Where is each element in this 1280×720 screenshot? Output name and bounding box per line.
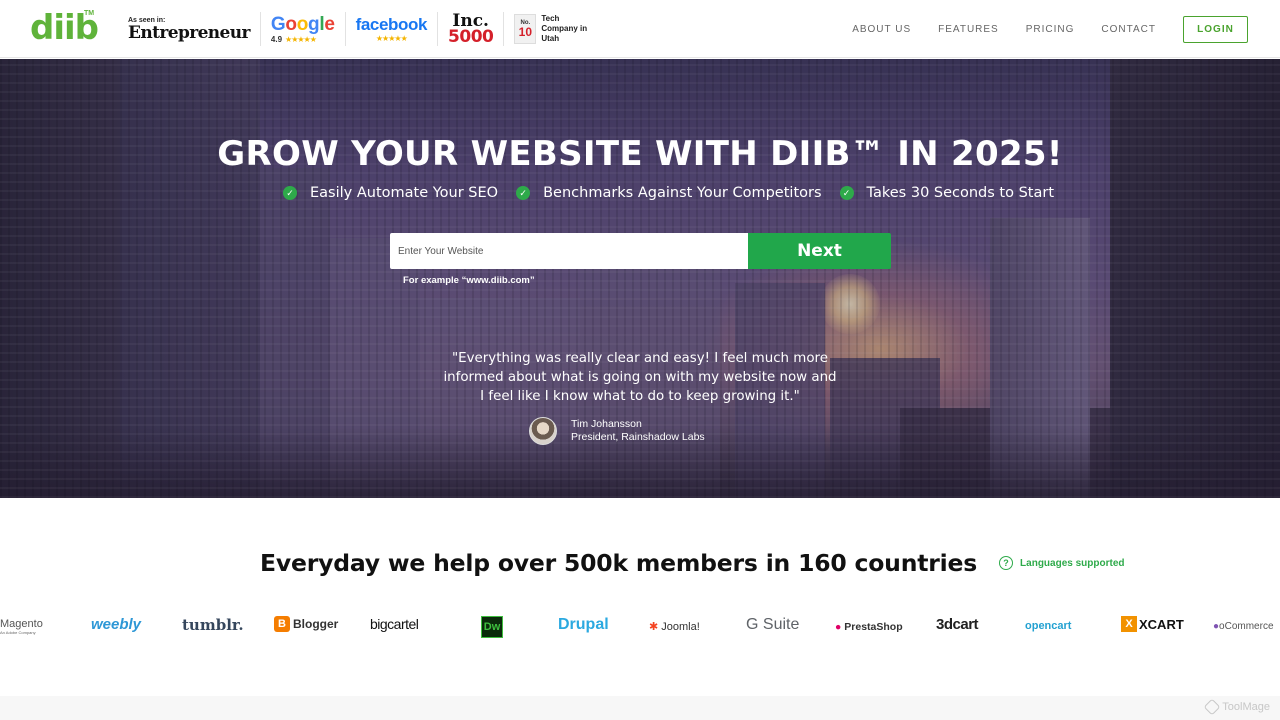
feature-text: Benchmarks Against Your Competitors [543, 185, 822, 201]
entrepreneur-badge: As seen in: Entrepreneur [128, 12, 261, 46]
3dcart-logo: 3dcart [936, 616, 979, 633]
tumblr-logo: tumblr. [182, 616, 244, 634]
blogger-icon: B [274, 616, 290, 632]
example-hint: For example “www.diib.com” [403, 275, 535, 286]
rank-icon: No. 10 [514, 14, 537, 44]
nav-contact[interactable]: CONTACT [1101, 17, 1156, 43]
blogger-logo: B Blogger [274, 616, 338, 632]
drupal-logo: Drupal [558, 616, 609, 633]
author-title: President, Rainshadow Labs [571, 431, 705, 443]
entrepreneur-logo: Entrepreneur [128, 22, 251, 43]
members-title: Everyday we help over 500k members in 16… [260, 549, 978, 577]
facebook-logo: facebook [355, 14, 428, 34]
hero-section: GROW YOUR WEBSITE WITH DIIB™ IN 2025! ✓ … [0, 59, 1280, 498]
gsuite-logo: G Suite [746, 616, 800, 633]
website-search-form: Next [390, 233, 891, 269]
google-rating: 4.9 ★★★★★ [271, 35, 335, 44]
toolmage-icon [1203, 698, 1221, 716]
diib-logo[interactable]: diib TM [30, 10, 99, 46]
hero-title: GROW YOUR WEBSITE WITH DIIB™ IN 2025! [217, 134, 1063, 174]
facebook-rating-badge: facebook ★★★★★ [346, 12, 439, 46]
site-header: diib TM As seen in: Entrepreneur Google … [0, 0, 1280, 58]
next-section-strip [0, 696, 1280, 720]
press-badges: As seen in: Entrepreneur Google 4.9 ★★★★… [128, 10, 601, 48]
star-icons: ★★★★★ [285, 34, 317, 44]
google-rating-value: 4.9 [270, 34, 283, 44]
inc-5000-badge: Inc. 5000 [438, 12, 505, 47]
platform-logos: Magento An Adobe Company weebly tumblr. … [0, 612, 1280, 644]
woocommerce-logo: ●oCommerce [1213, 621, 1274, 632]
testimonial-quote: "Everything was really clear and easy! I… [443, 351, 837, 404]
feature-text: Easily Automate Your SEO [310, 185, 499, 201]
opencart-logo: opencart [1025, 620, 1072, 632]
bigcartel-logo: bigcartel [370, 616, 419, 632]
author-name: Tim Johansson [571, 418, 642, 430]
feature-item: ✓ Takes 30 Seconds to Start [839, 185, 1055, 201]
testimonial-author: Tim Johansson President, Rainshadow Labs [529, 417, 705, 445]
feature-list: ✓ Easily Automate Your SEO ✓ Benchmarks … [283, 185, 1072, 201]
nav-features[interactable]: FEATURES [938, 17, 999, 43]
logo-tm: TM [84, 10, 95, 17]
tech-company-badge: No. 10 Tech Company in Utah [504, 12, 601, 46]
next-button[interactable]: Next [748, 233, 891, 269]
inc-number: 5000 [448, 26, 494, 47]
prestashop-logo: ● PrestaShop [835, 621, 903, 633]
tech-company-label: Tech Company in Utah [541, 14, 588, 43]
question-icon: ? [999, 556, 1014, 570]
check-icon: ✓ [283, 186, 297, 200]
members-banner: Everyday we help over 500k members in 16… [260, 549, 1125, 577]
check-icon: ✓ [839, 186, 854, 200]
watermark: ToolMage [1203, 698, 1270, 716]
google-logo: Google [270, 13, 335, 35]
joomla-logo: ✱ Joomla! [649, 621, 700, 633]
magento-logo: Magento An Adobe Company [0, 618, 43, 635]
check-icon: ✓ [516, 186, 531, 200]
main-nav: ABOUT US FEATURES PRICING CONTACT LOGIN [852, 16, 1248, 43]
languages-supported-link[interactable]: ? Languages supported [999, 556, 1125, 570]
languages-supported-label: Languages supported [1020, 557, 1125, 569]
nav-about-us[interactable]: ABOUT US [852, 17, 911, 43]
nav-pricing[interactable]: PRICING [1026, 17, 1075, 43]
xcart-icon: X [1121, 616, 1137, 632]
weebly-logo: weebly [91, 616, 142, 633]
dreamweaver-logo: Dw [481, 616, 503, 638]
watermark-text: ToolMage [1222, 701, 1270, 713]
avatar [529, 417, 557, 445]
feature-text: Takes 30 Seconds to Start [866, 185, 1055, 201]
star-icons: ★★★★★ [375, 33, 408, 43]
login-button[interactable]: LOGIN [1183, 16, 1248, 43]
google-rating-badge: Google 4.9 ★★★★★ [261, 12, 346, 46]
feature-item: ✓ Benchmarks Against Your Competitors [516, 185, 822, 201]
feature-item: ✓ Easily Automate Your SEO [283, 185, 498, 201]
xcart-logo: X XCART [1121, 616, 1184, 632]
website-input[interactable] [390, 233, 748, 269]
